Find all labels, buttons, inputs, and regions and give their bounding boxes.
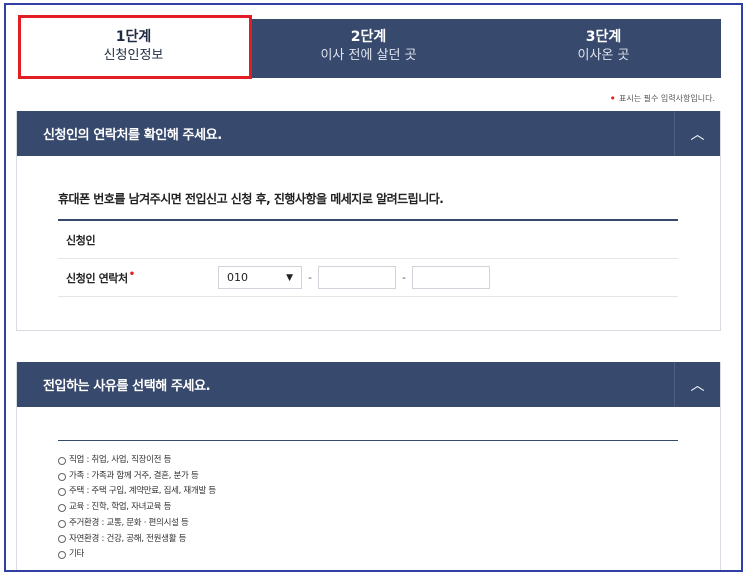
chevron-up-icon: ︿ (690, 377, 705, 394)
move-reason-section-title: 전입하는 사유를 선택해 주세요. (43, 379, 211, 394)
phone-separator: - (308, 271, 312, 284)
table-row: 신청인 (58, 221, 678, 259)
step-3-label: 이사온 곳 (577, 48, 630, 63)
reason-label: 직업 : 취업, 사업, 직장이전 등 (69, 455, 172, 465)
reason-label: 자연환경 : 건강, 공해, 전원생활 등 (69, 533, 187, 544)
collapse-button[interactable]: ︿ (674, 362, 720, 407)
page-frame: 1단계 신청인정보 2단계 이사 전에 살던 곳 3단계 이사온 곳 • 표시는 … (4, 3, 743, 572)
radio-button[interactable] (58, 535, 66, 544)
table-row: 신청인 연락처• 010 ▼ - - (58, 259, 678, 297)
reason-option-other[interactable]: 기타 (58, 547, 678, 563)
contact-section-title: 신청인의 연락처를 확인해 주세요. (43, 128, 222, 143)
contact-section-header: 신청인의 연락처를 확인해 주세요. ︿ (17, 111, 720, 156)
required-dot-icon: • (609, 92, 617, 105)
radio-button[interactable] (58, 519, 66, 528)
phone-fields: 010 ▼ - - (218, 266, 490, 289)
reason-label: 기타 (69, 549, 85, 560)
step-2-label: 이사 전에 살던 곳 (320, 48, 417, 63)
chevron-up-icon: ︿ (690, 126, 705, 143)
step-2-tab[interactable]: 2단계 이사 전에 살던 곳 (251, 19, 486, 78)
phone-label-cell: 신청인 연락처• (58, 269, 218, 286)
chevron-down-icon: ▼ (286, 272, 293, 283)
contact-section: 신청인의 연락처를 확인해 주세요. ︿ 휴대폰 번호를 남겨주시면 전입신고 … (16, 111, 721, 331)
move-reason-list: 직업 : 취업, 사업, 직장이전 등 가족 : 가족과 함께 거주, 결혼, … (58, 440, 678, 563)
radio-button[interactable] (58, 503, 66, 512)
step-2-number: 2단계 (350, 29, 387, 45)
move-reason-section-header: 전입하는 사유를 선택해 주세요. ︿ (17, 362, 720, 407)
notice-text: 휴대폰 번호를 남겨주시면 전입신고 신청 후, 진행사항을 메세지로 알려드립… (58, 192, 444, 206)
reason-option-living-env[interactable]: 주거환경 : 교통, 문화 · 편의시설 등 (58, 516, 678, 532)
reason-label: 주거환경 : 교통, 문화 · 편의시설 등 (69, 517, 189, 528)
reason-option-family[interactable]: 가족 : 가족과 함께 거주, 결혼, 분가 등 (58, 469, 678, 485)
phone-label: 신청인 연락처 (66, 272, 128, 285)
reason-option-natural-env[interactable]: 자연환경 : 건강, 공해, 전원생활 등 (58, 532, 678, 548)
phone-prefix-value: 010 (227, 271, 248, 284)
required-field-note: • 표시는 필수 입력사항입니다. (610, 92, 715, 105)
required-dot-icon: • (128, 269, 135, 280)
phone-middle-input[interactable] (317, 266, 396, 289)
contact-form-table: 신청인 신청인 연락처• 010 ▼ - - (58, 219, 678, 297)
step-3-tab[interactable]: 3단계 이사온 곳 (486, 19, 721, 78)
applicant-label: 신청인 (66, 233, 96, 247)
reason-label: 가족 : 가족과 함께 거주, 결혼, 분가 등 (69, 470, 199, 481)
phone-last-input[interactable] (411, 266, 490, 289)
phone-prefix-select[interactable]: 010 ▼ (218, 266, 302, 289)
radio-button[interactable] (58, 488, 66, 497)
reason-label: 교육 : 진학, 학업, 자녀교육 등 (69, 502, 172, 513)
radio-button[interactable] (58, 551, 66, 560)
reason-option-education[interactable]: 교육 : 진학, 학업, 자녀교육 등 (58, 500, 678, 516)
reason-label: 주택 : 주택 구입, 계약만료, 집세, 재개발 등 (69, 486, 216, 497)
reason-option-housing[interactable]: 주택 : 주택 구입, 계약만료, 집세, 재개발 등 (58, 484, 678, 500)
collapse-button[interactable]: ︿ (674, 111, 720, 156)
reason-option-job[interactable]: 직업 : 취업, 사업, 직장이전 등 (58, 453, 678, 469)
move-reason-section: 전입하는 사유를 선택해 주세요. ︿ 직업 : 취업, 사업, 직장이전 등 … (16, 362, 721, 570)
active-step-highlight-box (18, 15, 252, 79)
phone-separator: - (401, 271, 406, 284)
step-3-number: 3단계 (585, 29, 622, 45)
required-note-text: 표시는 필수 입력사항입니다. (619, 94, 715, 103)
radio-button[interactable] (58, 456, 66, 465)
radio-button[interactable] (58, 472, 66, 481)
